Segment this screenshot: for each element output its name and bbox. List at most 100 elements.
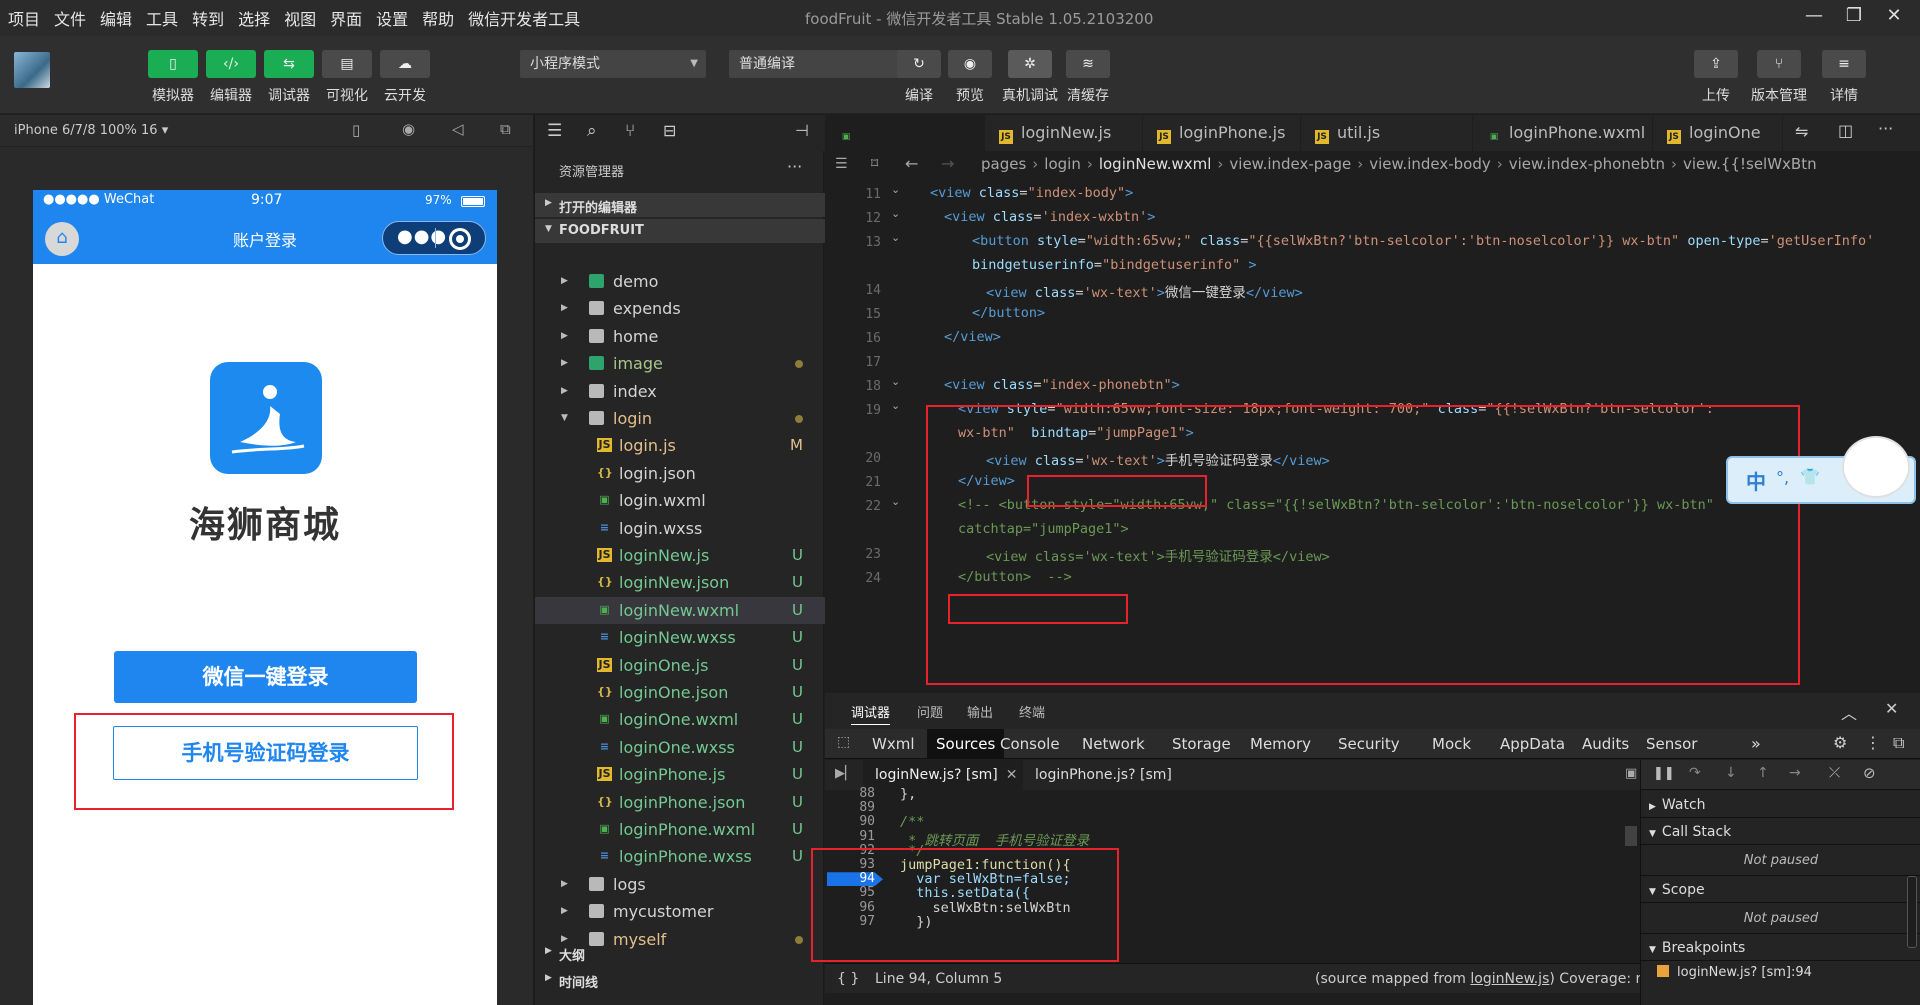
file-item[interactable]: ▣ loginNew.wxml U (535, 596, 825, 624)
fold-icon[interactable]: ⌄ (891, 495, 900, 508)
navigator-icon[interactable]: ▶▏ (835, 766, 855, 781)
devtools-tab[interactable]: Storage (1163, 729, 1240, 759)
menu-item[interactable]: 界面 (330, 6, 362, 30)
folder-item[interactable]: ▶ home (535, 323, 825, 350)
editor-tab[interactable]: ▣ loginPhone.wxml (1473, 115, 1653, 151)
wechat-login-button[interactable]: 微信一键登录 (114, 651, 417, 703)
devtools-tab[interactable]: AppData (1491, 729, 1574, 759)
compare-icon[interactable]: ⇋ (1795, 122, 1808, 141)
file-item[interactable]: ≡ loginOne.wxss U (535, 734, 825, 761)
file-item[interactable]: ≡ login.wxss (535, 515, 825, 542)
devtools-tab[interactable]: Console (991, 729, 1069, 759)
checkbox-icon[interactable] (1657, 965, 1669, 977)
step-into-icon[interactable]: ↓ (1725, 765, 1737, 781)
step-icon[interactable]: → (1789, 765, 1801, 781)
breadcrumb-item[interactable]: view.index-phonebtn (1509, 155, 1665, 173)
folder-item[interactable]: ▶ mycustomer (535, 898, 825, 925)
file-item[interactable]: {} loginNew.json U (535, 569, 825, 596)
branch-icon[interactable]: ⑂ (1757, 50, 1801, 78)
file-item[interactable]: ▣ loginPhone.wxml U (535, 816, 825, 843)
fold-icon[interactable]: ⌄ (891, 399, 900, 412)
file-item[interactable]: ≡ loginNew.wxss U (535, 624, 825, 651)
phone-icon[interactable]: ▯ (148, 50, 198, 78)
breakpoints-section[interactable]: ▼ Breakpoints (1641, 935, 1920, 961)
more-icon[interactable]: ●●● (397, 226, 447, 247)
split-editor-icon[interactable]: ◫ (1838, 121, 1853, 140)
file-item[interactable]: {} loginOne.json U (535, 679, 825, 706)
fold-icon[interactable]: ⌄ (891, 207, 900, 220)
file-item[interactable]: ▣ loginOne.wxml U (535, 706, 825, 733)
breakpoint-item[interactable]: loginNew.js? [sm]:94 (1641, 962, 1920, 984)
file-item[interactable]: JS loginPhone.js U (535, 761, 825, 788)
file-item[interactable]: JS loginOne.js U (535, 652, 825, 679)
devtools-tab[interactable]: Wxml (863, 729, 924, 759)
toggle-debugger-icon[interactable]: ▣ (1625, 766, 1637, 781)
menu-item[interactable]: 视图 (284, 6, 316, 30)
breadcrumb-item[interactable]: view.index-body (1369, 155, 1490, 173)
breadcrumb-item[interactable]: view.{{!selWxBtn (1683, 155, 1817, 173)
close-capsule-icon[interactable] (449, 228, 471, 250)
layout-icon[interactable]: ▤ (322, 50, 372, 78)
upload-icon[interactable]: ⇪ (1694, 50, 1738, 78)
menu-icon[interactable]: ≡ (1822, 50, 1866, 78)
devtools-tab[interactable]: Network (1073, 729, 1154, 759)
folder-item[interactable]: ▶ demo (535, 268, 825, 295)
editor-tab[interactable]: JS loginNew.js (985, 115, 1143, 151)
panel-tab[interactable]: 终端 (1019, 702, 1045, 721)
devtools-tab[interactable]: Audits (1573, 729, 1638, 759)
menu-item[interactable]: 微信开发者工具 (468, 6, 580, 30)
close-icon[interactable]: ✕ (1880, 5, 1908, 31)
folder-item[interactable]: ▶ image (535, 350, 825, 377)
watch-section[interactable]: ▶ Watch (1641, 792, 1920, 818)
step-out-icon[interactable]: ↑ (1757, 765, 1769, 781)
undock-icon[interactable]: ⧉ (1893, 733, 1904, 753)
file-item[interactable]: ▣ login.wxml (535, 487, 825, 514)
fold-icon[interactable]: ⌄ (891, 183, 900, 196)
menu-item[interactable]: 文件 (54, 6, 86, 30)
file-item[interactable]: ≡ loginPhone.wxss U (535, 843, 825, 870)
breadcrumb-item[interactable]: pages (981, 155, 1026, 173)
inspect-icon[interactable]: ⬚ (837, 734, 850, 750)
file-item[interactable]: JS login.js M (535, 432, 825, 459)
folder-item[interactable]: ▶ expends (535, 295, 825, 322)
menu-item[interactable]: 帮助 (422, 6, 454, 30)
editor-tab[interactable]: ▣loginNew.wxml✕ (825, 115, 985, 178)
code-icon[interactable]: ‹/› (206, 50, 256, 78)
mode-select[interactable]: 小程序模式 ▼ (520, 50, 706, 78)
debug-icon[interactable]: ⇆ (264, 50, 314, 78)
editor-tab[interactable]: JS util.js (1301, 115, 1473, 151)
forward-icon[interactable]: → (941, 151, 954, 177)
outline-section[interactable]: ▶ 大纲 (535, 941, 825, 965)
deactivate-breakpoints-icon[interactable]: ⤫ (1829, 765, 1840, 781)
cloud-icon[interactable]: ☁ (380, 50, 430, 78)
editor-tab[interactable]: JS loginOne (1653, 115, 1783, 151)
fold-icon[interactable]: ⌄ (891, 231, 900, 244)
scrollbar[interactable] (1625, 826, 1637, 846)
fold-icon[interactable]: ⌄ (891, 375, 900, 388)
panel-tab[interactable]: 调试器 (851, 702, 891, 725)
rotate-icon[interactable]: ▯ (352, 121, 360, 139)
minimize-icon[interactable]: — (1800, 5, 1828, 31)
settings-gear-icon[interactable]: ⚙ (1833, 733, 1847, 752)
window-icon[interactable]: ⧉ (500, 120, 511, 138)
file-item[interactable]: {} login.json (535, 460, 825, 487)
menu-item[interactable]: 设置 (376, 6, 408, 30)
breadcrumb-item[interactable]: view.index-page (1229, 155, 1351, 173)
scope-section[interactable]: ▼ Scope (1641, 877, 1920, 903)
editor-tab[interactable]: JS loginPhone.js (1143, 115, 1301, 151)
bookmark-icon[interactable]: ⌑ (871, 151, 878, 177)
folder-item[interactable]: ▶ index (535, 378, 825, 405)
menu-item[interactable]: 项目 (8, 6, 40, 30)
callstack-section[interactable]: ▼ Call Stack (1641, 819, 1920, 845)
kebab-icon[interactable]: ⋮ (1865, 733, 1881, 752)
avatar[interactable] (14, 52, 50, 88)
eye-icon[interactable]: ◉ (948, 50, 992, 78)
breadcrumb-item[interactable]: loginNew.wxml (1099, 155, 1212, 173)
scrollbar[interactable] (1907, 876, 1917, 948)
record-icon[interactable]: ◉ (402, 120, 415, 138)
devtools-tab[interactable]: Mock (1423, 729, 1480, 759)
source-map-link[interactable]: loginNew.js (1470, 971, 1549, 987)
pause-on-exceptions-icon[interactable]: ⊘ (1863, 764, 1876, 782)
maximize-icon[interactable]: ❐ (1840, 5, 1868, 31)
source-tab-active[interactable]: loginNew.js? [sm] ✕ (863, 760, 1023, 790)
